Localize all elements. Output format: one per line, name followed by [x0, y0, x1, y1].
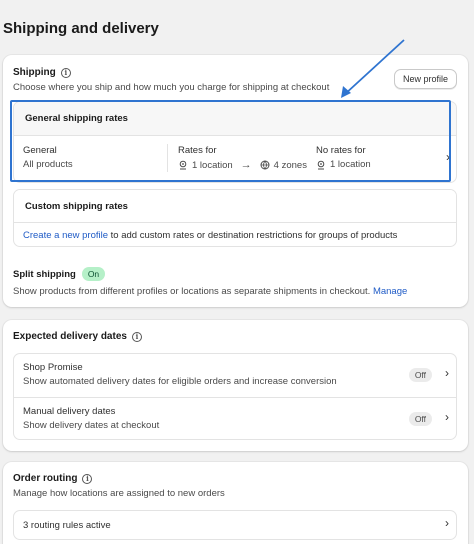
- split-shipping-row: Split shipping On: [13, 267, 106, 281]
- list-item-shop-promise[interactable]: Shop Promise Show automated delivery dat…: [14, 354, 456, 397]
- chevron-right-icon[interactable]: ›: [445, 366, 449, 380]
- info-icon[interactable]: i: [131, 331, 142, 342]
- page-title: Shipping and delivery: [3, 20, 159, 37]
- manage-link[interactable]: Manage: [373, 286, 407, 297]
- rates-for-label: Rates for: [178, 145, 217, 156]
- no-rates-locations: 1 location: [330, 159, 371, 170]
- general-profile-row[interactable]: General All products Rates for 1 locatio…: [14, 136, 456, 182]
- routing-description: Manage how locations are assigned to new…: [13, 488, 225, 499]
- shipping-title: Shipping: [13, 67, 56, 78]
- no-rates-label: No rates for: [316, 145, 366, 156]
- custom-shipping-rates-box: Custom shipping rates Create a new profi…: [13, 189, 457, 247]
- divider: [167, 144, 168, 172]
- shipping-section-title: Shipping i: [13, 67, 71, 78]
- profile-name: General: [23, 145, 57, 156]
- profile-sub: All products: [23, 159, 73, 170]
- status-badge-off: Off: [408, 412, 432, 426]
- split-shipping-description: Show products from different profiles or…: [13, 286, 407, 297]
- list-item-manual-delivery[interactable]: Manual delivery dates Show delivery date…: [14, 397, 456, 440]
- info-icon[interactable]: i: [82, 473, 93, 484]
- general-profile-col: General All products: [23, 145, 73, 170]
- create-profile-link[interactable]: Create a new profile: [23, 230, 108, 241]
- rates-zones: 4 zones: [273, 159, 307, 171]
- chevron-right-icon[interactable]: ›: [445, 410, 449, 424]
- routing-card: Order routing i Manage how locations are…: [3, 462, 468, 544]
- arrow-right-icon: →: [240, 159, 252, 171]
- item-description: Show automated delivery dates for eligib…: [23, 376, 337, 387]
- item-title: Manual delivery dates: [23, 406, 116, 417]
- general-rates-header: General shipping rates: [14, 102, 456, 136]
- item-title: Shop Promise: [23, 362, 83, 373]
- routing-section-title: Order routing i: [13, 473, 93, 484]
- split-description-text: Show products from different profiles or…: [13, 286, 371, 297]
- shipping-description: Choose where you ship and how much you c…: [13, 82, 330, 93]
- no-rates-col: No rates for 1 location: [316, 145, 371, 170]
- rates-for-col: Rates for 1 location → 4 zones: [178, 145, 307, 171]
- split-shipping-title: Split shipping: [13, 268, 76, 280]
- no-rates-values: 1 location: [316, 159, 371, 170]
- location-pin-icon: [317, 160, 325, 169]
- delivery-options-box: Shop Promise Show automated delivery dat…: [13, 353, 457, 440]
- custom-rates-header: Custom shipping rates: [14, 190, 456, 223]
- delivery-section-title: Expected delivery dates i: [13, 331, 142, 342]
- routing-rules-row[interactable]: 3 routing rules active ›: [13, 510, 457, 540]
- new-profile-button[interactable]: New profile: [393, 69, 457, 89]
- routing-title: Order routing: [13, 473, 78, 484]
- custom-rates-row: Create a new profile to add custom rates…: [14, 223, 456, 246]
- chevron-right-icon[interactable]: ›: [445, 516, 449, 530]
- rates-for-values: 1 location → 4 zones: [178, 159, 307, 171]
- rates-locations: 1 location: [192, 159, 233, 171]
- general-shipping-rates-box: General shipping rates General All produ…: [13, 101, 457, 183]
- routing-rules-text: 3 routing rules active: [23, 520, 111, 531]
- location-pin-icon: [179, 160, 187, 170]
- delivery-title: Expected delivery dates: [13, 331, 127, 342]
- globe-icon: [260, 160, 270, 170]
- chevron-right-icon[interactable]: ›: [446, 150, 450, 164]
- info-icon[interactable]: i: [60, 67, 71, 78]
- status-badge-on: On: [81, 267, 106, 281]
- custom-rates-text: to add custom rates or destination restr…: [108, 229, 398, 241]
- status-badge-off: Off: [408, 368, 432, 382]
- item-description: Show delivery dates at checkout: [23, 420, 160, 431]
- delivery-card: Expected delivery dates i Shop Promise S…: [3, 320, 468, 451]
- shipping-card: Shipping i Choose where you ship and how…: [3, 55, 468, 307]
